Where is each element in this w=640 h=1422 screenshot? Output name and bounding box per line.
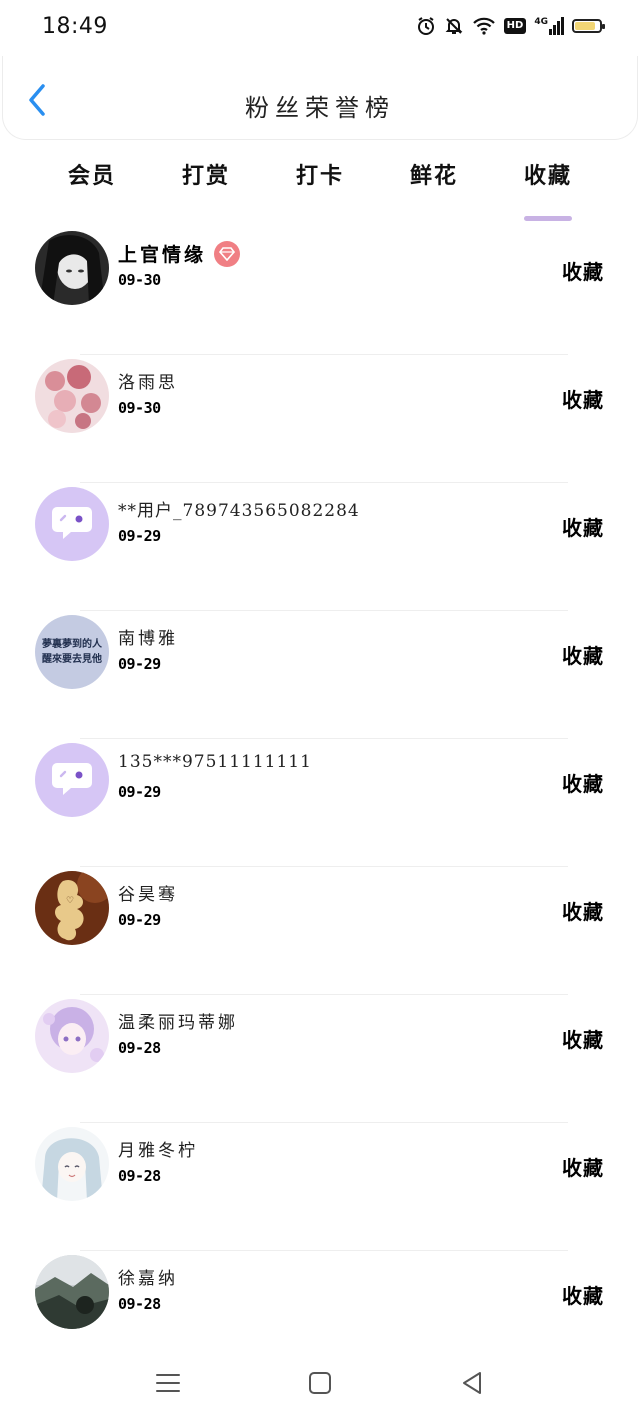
battery-fill (575, 22, 596, 30)
user-name: 135***97511111111 (118, 752, 312, 772)
list-item[interactable]: 135***97511111111 09-29 收藏 (0, 738, 640, 866)
date-label: 09-29 (118, 911, 161, 929)
tab-label: 收藏 (523, 163, 572, 189)
name-row: 月雅冬柠 (118, 1136, 198, 1161)
name-row: 135***97511111111 (118, 752, 312, 772)
divider (80, 482, 568, 483)
list-item[interactable]: 月雅冬柠 09-28 收藏 (0, 1122, 640, 1250)
menu-icon[interactable] (153, 1368, 183, 1398)
list-item[interactable]: 温柔丽玛蒂娜 09-28 收藏 (0, 994, 640, 1122)
tab-favorites[interactable]: 收藏 (500, 158, 596, 221)
name-row: 温柔丽玛蒂娜 (118, 1008, 238, 1033)
divider (80, 866, 568, 867)
favorite-action-label: 收藏 (562, 260, 604, 284)
user-name: **用户_789743565082284 (118, 501, 360, 521)
name-row: 谷昊骞 (118, 880, 178, 905)
back-triangle-icon[interactable] (458, 1368, 488, 1398)
network-type-label: 4G (534, 17, 548, 27)
date-label: 09-29 (118, 783, 161, 801)
status-icons: HD 4G (416, 16, 605, 36)
user-name: 南博雅 (118, 629, 178, 649)
list-item[interactable]: 洛雨思 09-30 收藏 (0, 354, 640, 482)
avatar[interactable]: 夢裏夢到的人 醒來要去見他 (35, 615, 109, 689)
name-row: 徐嘉纳 (118, 1264, 178, 1289)
divider (80, 1250, 568, 1251)
status-time: 18:49 (42, 14, 108, 39)
tab-checkin[interactable]: 打卡 (272, 158, 368, 190)
tab-label: 打卡 (295, 163, 344, 189)
favorite-action-label: 收藏 (562, 644, 604, 668)
user-name: 温柔丽玛蒂娜 (118, 1013, 238, 1033)
tab-membership[interactable]: 会员 (44, 158, 140, 190)
list-item[interactable]: 夢裏夢到的人 醒來要去見他 南博雅 09-29 收藏 (0, 610, 640, 738)
avatar[interactable] (35, 999, 109, 1073)
user-name: 上官情缘 (118, 244, 207, 266)
divider (80, 738, 568, 739)
divider (80, 354, 568, 355)
app-header: 粉丝荣誉榜 (2, 56, 638, 140)
alarm-icon (417, 17, 434, 35)
tab-label: 会员 (67, 163, 116, 189)
status-bar: 18:49 HD 4G (0, 0, 640, 56)
name-row: 上官情缘 (118, 240, 241, 267)
fan-list: 上官情缘 09-30 收藏 洛雨思 09-30 收藏 **用户_78974356… (0, 226, 640, 1378)
bell-muted-icon (445, 18, 463, 34)
favorite-action-label: 收藏 (562, 516, 604, 540)
home-icon[interactable] (305, 1368, 335, 1398)
date-label: 09-28 (118, 1167, 161, 1185)
user-name: 谷昊骞 (118, 885, 178, 905)
date-label: 09-29 (118, 655, 161, 673)
hd-icon: HD (503, 18, 527, 34)
favorite-action-label: 收藏 (562, 1284, 604, 1308)
chat-bubble-icon (52, 507, 92, 539)
user-name: 洛雨思 (118, 373, 178, 393)
favorite-action-label: 收藏 (562, 1028, 604, 1052)
signal-4g-icon: 4G (534, 17, 564, 35)
battery-icon (572, 19, 605, 33)
active-tab-indicator (524, 216, 572, 221)
tab-flowers[interactable]: 鲜花 (386, 158, 482, 190)
favorite-action-label: 收藏 (562, 1156, 604, 1180)
diamond-icon (214, 240, 241, 267)
avatar[interactable] (35, 487, 109, 561)
name-row: 洛雨思 (118, 368, 178, 393)
list-item[interactable]: ♡ 谷昊骞 09-29 收藏 (0, 866, 640, 994)
avatar-quote-text: 夢裏夢到的人 醒來要去見他 (42, 639, 102, 665)
date-label: 09-28 (118, 1295, 161, 1313)
user-name: 月雅冬柠 (118, 1141, 198, 1161)
name-row: 南博雅 (118, 624, 178, 649)
page-title: 粉丝荣誉榜 (245, 94, 395, 122)
system-nav-bar (0, 1350, 640, 1422)
avatar[interactable] (35, 743, 109, 817)
name-row: **用户_789743565082284 (118, 496, 360, 521)
avatar[interactable]: ♡ (35, 871, 109, 945)
favorite-action-label: 收藏 (562, 772, 604, 796)
avatar[interactable] (35, 1255, 109, 1329)
tab-label: 打赏 (181, 163, 230, 189)
user-name: 徐嘉纳 (118, 1269, 178, 1289)
wifi-icon (472, 17, 495, 35)
list-item[interactable]: 上官情缘 09-30 收藏 (0, 226, 640, 354)
date-label: 09-29 (118, 527, 161, 545)
date-label: 09-30 (118, 271, 161, 289)
tab-bar: 会员 打赏 打卡 鲜花 收藏 (0, 140, 640, 224)
svg-text:♡: ♡ (66, 896, 74, 906)
divider (80, 994, 568, 995)
avatar[interactable] (35, 1127, 109, 1201)
avatar[interactable] (35, 359, 109, 433)
chat-bubble-icon (52, 763, 92, 795)
favorite-action-label: 收藏 (562, 900, 604, 924)
tab-rewards[interactable]: 打赏 (158, 158, 254, 190)
date-label: 09-28 (118, 1039, 161, 1057)
divider (80, 1122, 568, 1123)
tab-label: 鲜花 (409, 163, 458, 189)
date-label: 09-30 (118, 399, 161, 417)
divider (80, 610, 568, 611)
list-item[interactable]: **用户_789743565082284 09-29 收藏 (0, 482, 640, 610)
avatar[interactable] (35, 231, 109, 305)
favorite-action-label: 收藏 (562, 388, 604, 412)
